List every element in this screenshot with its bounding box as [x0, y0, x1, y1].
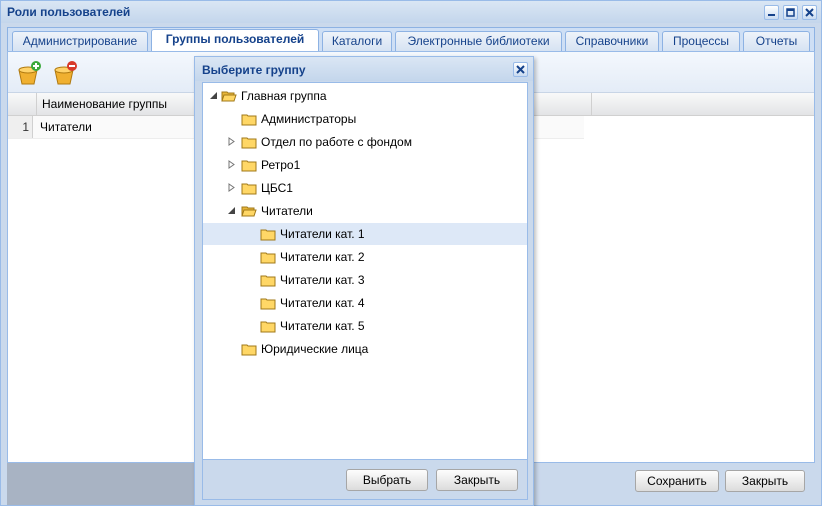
tree-node-readers-cat-2[interactable]: Читатели кат. 2 — [203, 246, 527, 268]
tree-node-readers-cat-1[interactable]: Читатели кат. 1 — [203, 223, 527, 245]
folder-icon — [260, 298, 276, 310]
remove-group-icon — [54, 61, 77, 85]
window-title: Роли пользователей — [7, 5, 131, 19]
tree-node-label: Читатели кат. 3 — [280, 273, 365, 287]
collapsed-arrow-icon[interactable] — [227, 160, 236, 169]
tree-node-readers-cat-4[interactable]: Читатели кат. 4 — [203, 292, 527, 314]
row-number: 1 — [8, 116, 33, 138]
tree-node-legal-entities[interactable]: Юридические лица — [203, 338, 527, 360]
tab-administration[interactable]: Администрирование — [12, 31, 148, 52]
tab-strip: Администрирование Группы пользователей К… — [7, 27, 815, 53]
expanded-arrow-icon[interactable] — [209, 91, 218, 100]
folder-icon — [241, 160, 257, 172]
tree-node-label: Читатели кат. 4 — [280, 296, 365, 310]
tree-node-readers-cat-3[interactable]: Читатели кат. 3 — [203, 269, 527, 291]
tree-node-label: Администраторы — [261, 112, 357, 126]
tree-node-label: Отдел по работе с фондом — [261, 135, 412, 149]
tab-reports[interactable]: Отчеты — [743, 31, 810, 52]
select-group-dialog: Выберите группу Главная группа Администр… — [194, 56, 534, 506]
folder-icon — [260, 275, 276, 287]
select-button[interactable]: Выбрать — [346, 469, 428, 491]
close-icon[interactable] — [802, 5, 817, 20]
minimize-icon[interactable] — [764, 5, 779, 20]
group-tree: Главная группа Администраторы Отдел по р… — [202, 82, 528, 460]
tab-catalogs[interactable]: Каталоги — [322, 31, 392, 52]
add-group-button[interactable] — [16, 60, 42, 86]
folder-icon — [241, 344, 257, 356]
tree-node-readers[interactable]: Читатели — [203, 200, 527, 222]
tree-node-administrators[interactable]: Администраторы — [203, 108, 527, 130]
add-group-icon — [18, 61, 41, 85]
folder-icon — [260, 321, 276, 333]
tree-node-label: ЦБС1 — [261, 181, 293, 195]
folder-icon — [260, 229, 276, 241]
maximize-icon[interactable] — [783, 5, 798, 20]
column-separator — [591, 93, 592, 115]
folder-icon — [241, 183, 257, 195]
dialog-close-icon[interactable] — [513, 62, 528, 77]
tree-node-main-group[interactable]: Главная группа — [203, 85, 527, 107]
tab-processes[interactable]: Процессы — [662, 31, 740, 52]
window-header: Роли пользователей — [1, 1, 821, 23]
tab-electronic-libraries[interactable]: Электронные библиотеки — [395, 31, 562, 52]
dialog-footer: Выбрать Закрыть — [202, 460, 528, 500]
tree-node-retro1[interactable]: Ретро1 — [203, 154, 527, 176]
folder-open-icon — [221, 91, 237, 102]
expanded-arrow-icon[interactable] — [227, 206, 236, 215]
tree-node-label: Юридические лица — [261, 342, 369, 356]
collapsed-arrow-icon[interactable] — [227, 137, 236, 146]
folder-icon — [241, 137, 257, 149]
tree-node-label: Читатели — [261, 204, 313, 218]
tree-node-label: Главная группа — [241, 89, 327, 103]
remove-group-button[interactable] — [52, 60, 78, 86]
modal-mask — [7, 463, 196, 505]
tree-node-label: Читатели кат. 2 — [280, 250, 365, 264]
tree-node-fund-department[interactable]: Отдел по работе с фондом — [203, 131, 527, 153]
collapsed-arrow-icon[interactable] — [227, 183, 236, 192]
save-button[interactable]: Сохранить — [635, 470, 719, 492]
folder-icon — [260, 252, 276, 264]
dialog-title: Выберите группу — [202, 63, 306, 77]
dialog-close-button[interactable]: Закрыть — [436, 469, 518, 491]
folder-open-icon — [241, 206, 257, 217]
tree-node-cbs1[interactable]: ЦБС1 — [203, 177, 527, 199]
close-button[interactable]: Закрыть — [725, 470, 805, 492]
group-name-cell: Читатели — [40, 120, 92, 134]
folder-icon — [241, 114, 257, 126]
row-number-header — [8, 93, 37, 115]
dialog-header: Выберите группу — [195, 57, 533, 81]
tab-user-groups[interactable]: Группы пользователей — [151, 29, 319, 53]
tree-node-label: Читатели кат. 1 — [280, 227, 365, 241]
group-name-column-header[interactable]: Наименование группы — [42, 97, 167, 111]
tree-node-label: Читатели кат. 5 — [280, 319, 365, 333]
tree-node-readers-cat-5[interactable]: Читатели кат. 5 — [203, 315, 527, 337]
tab-references[interactable]: Справочники — [565, 31, 659, 52]
tree-node-label: Ретро1 — [261, 158, 301, 172]
